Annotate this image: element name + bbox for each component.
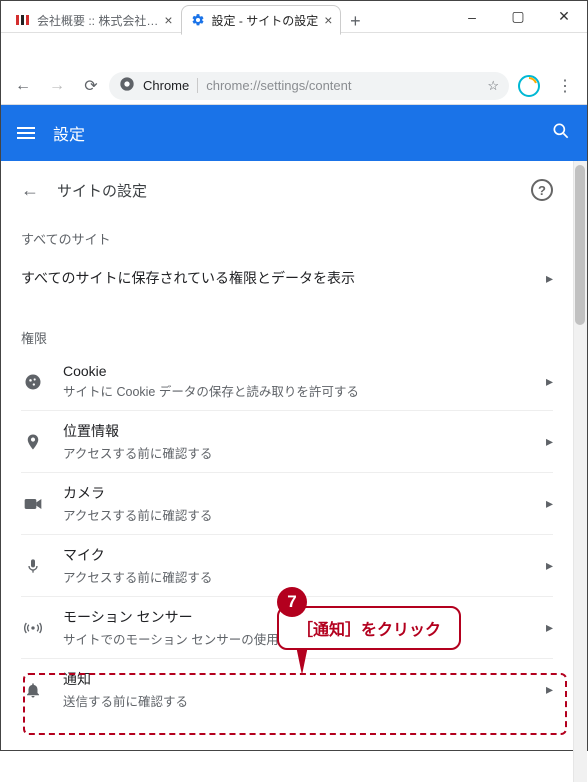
new-tab-button[interactable]: + (341, 7, 369, 35)
search-icon[interactable] (551, 121, 571, 146)
browser-menu-button[interactable]: ⋮ (549, 70, 581, 102)
tab-strip: 会社概要 :: 株式会社… × 設定 - サイトの設定 × + (1, 1, 369, 35)
chevron-right-icon: ▸ (546, 495, 553, 512)
permission-title: 位置情報 (63, 421, 528, 441)
extension-icon[interactable] (515, 72, 543, 100)
permission-row-cookie[interactable]: Cookie サイトに Cookie データの保存と読み取りを許可する ▸ (21, 353, 553, 410)
tab-favicon-icon (15, 12, 31, 28)
annotation-callout: ［通知］をクリック (277, 606, 461, 650)
cookie-icon (21, 372, 45, 392)
page-back-button[interactable]: ← (21, 180, 39, 201)
location-icon (21, 432, 45, 452)
url-scheme: Chrome (143, 78, 189, 93)
page-title: サイトの設定 (57, 180, 147, 201)
help-icon[interactable]: ? (531, 179, 553, 201)
tab-title: 設定 - サイトの設定 (212, 12, 319, 29)
nav-back-button[interactable]: ← (7, 70, 39, 102)
permission-title: マイク (63, 545, 528, 565)
chevron-right-icon: ▸ (546, 557, 553, 574)
permission-row-camera[interactable]: カメラ アクセスする前に確認する ▸ (21, 472, 553, 534)
window-maximize-button[interactable]: ▢ (495, 1, 541, 33)
microphone-icon (21, 556, 45, 576)
all-sites-row[interactable]: すべてのサイトに保存されている権限とデータを表示 ▸ (21, 254, 553, 302)
permission-subtitle: 送信する前に確認する (63, 691, 528, 710)
scrollbar-thumb[interactable] (575, 165, 585, 325)
chevron-right-icon: ▸ (546, 270, 553, 287)
tab-close-icon[interactable]: × (164, 12, 172, 28)
permission-subtitle: アクセスする前に確認する (63, 443, 528, 462)
tab-company-overview[interactable]: 会社概要 :: 株式会社… × (7, 5, 181, 35)
tab-settings[interactable]: 設定 - サイトの設定 × (181, 5, 342, 35)
chevron-right-icon: ▸ (546, 681, 553, 698)
permission-subtitle: アクセスする前に確認する (63, 567, 528, 586)
browser-toolbar: ← → ⟳ Chrome chrome://settings/content ☆… (1, 67, 587, 105)
settings-gear-icon (190, 12, 206, 28)
bell-icon (21, 680, 45, 700)
permission-subtitle: アクセスする前に確認する (63, 505, 528, 524)
permission-title: カメラ (63, 483, 528, 503)
window-minimize-button[interactable]: – (449, 1, 495, 33)
tab-title: 会社概要 :: 株式会社… (37, 12, 158, 29)
window-close-button[interactable]: ✕ (541, 1, 587, 33)
permissions-section-label: 権限 (21, 302, 553, 353)
settings-header: 設定 (1, 105, 587, 161)
nav-forward-button[interactable]: → (41, 70, 73, 102)
all-sites-section-label: すべてのサイト (21, 215, 553, 254)
annotation-step-number: 7 (277, 587, 307, 617)
camera-icon (21, 497, 45, 511)
settings-title: 設定 (53, 121, 85, 145)
chevron-right-icon: ▸ (546, 619, 553, 636)
motion-sensor-icon (21, 618, 45, 638)
permission-row-location[interactable]: 位置情報 アクセスする前に確認する ▸ (21, 410, 553, 472)
scrollbar-track[interactable] (573, 161, 587, 782)
all-sites-row-title: すべてのサイトに保存されている権限とデータを表示 (21, 268, 528, 288)
annotation-callout-text: ［通知］をクリック (297, 622, 441, 639)
site-info-icon[interactable] (119, 76, 135, 95)
nav-reload-button[interactable]: ⟳ (75, 70, 107, 102)
chevron-right-icon: ▸ (546, 373, 553, 390)
menu-icon[interactable] (17, 127, 35, 139)
permission-title: Cookie (63, 363, 528, 379)
tab-close-icon[interactable]: × (324, 12, 332, 28)
chevron-right-icon: ▸ (546, 433, 553, 450)
url-path: chrome://settings/content (197, 78, 351, 93)
address-bar[interactable]: Chrome chrome://settings/content ☆ (109, 72, 509, 100)
bookmark-star-icon[interactable]: ☆ (487, 78, 499, 94)
permission-subtitle: サイトに Cookie データの保存と読み取りを許可する (63, 381, 528, 400)
